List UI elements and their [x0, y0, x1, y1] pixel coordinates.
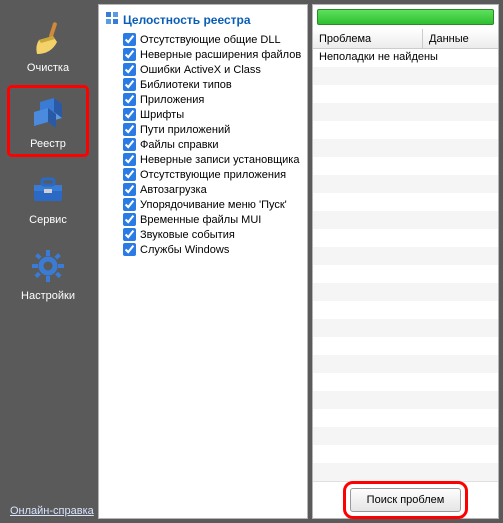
check-item[interactable]: Автозагрузка — [123, 182, 303, 197]
sidebar-item-label: Сервис — [10, 214, 86, 226]
sidebar-item-settings[interactable]: Настройки — [10, 240, 86, 306]
check-item[interactable]: Временные файлы MUI — [123, 212, 303, 227]
sidebar-item-cleanup[interactable]: Очистка — [10, 12, 86, 78]
check-item-label: Временные файлы MUI — [140, 214, 261, 226]
check-item[interactable]: Шрифты — [123, 107, 303, 122]
results-body: Неполадки не найдены — [313, 49, 498, 481]
check-item-label: Автозагрузка — [140, 184, 207, 196]
check-item[interactable]: Службы Windows — [123, 242, 303, 257]
checklist-title: Целостность реестра — [123, 13, 251, 27]
column-problem[interactable]: Проблема — [313, 29, 423, 48]
check-item-checkbox[interactable] — [123, 123, 136, 136]
check-item-label: Шрифты — [140, 109, 184, 121]
check-item-label: Отсутствующие приложения — [140, 169, 286, 181]
check-item[interactable]: Библиотеки типов — [123, 77, 303, 92]
check-item-label: Звуковые события — [140, 229, 235, 241]
check-item-checkbox[interactable] — [123, 138, 136, 151]
check-item-checkbox[interactable] — [123, 228, 136, 241]
check-item-label: Приложения — [140, 94, 204, 106]
check-item[interactable]: Приложения — [123, 92, 303, 107]
results-header: Проблема Данные — [313, 29, 498, 49]
check-item[interactable]: Ошибки ActiveX и Class — [123, 62, 303, 77]
check-item[interactable]: Отсутствующие общие DLL — [123, 32, 303, 47]
check-item-checkbox[interactable] — [123, 243, 136, 256]
registry-cube-icon — [10, 94, 86, 134]
sidebar-item-tools[interactable]: Сервис — [10, 164, 86, 230]
check-item-checkbox[interactable] — [123, 93, 136, 106]
search-problems-button[interactable]: Поиск проблем — [350, 488, 462, 512]
check-item-checkbox[interactable] — [123, 168, 136, 181]
check-item-checkbox[interactable] — [123, 153, 136, 166]
checklist-panel: Целостность реестра Отсутствующие общие … — [98, 4, 308, 519]
check-item-checkbox[interactable] — [123, 213, 136, 226]
column-data[interactable]: Данные — [423, 29, 498, 48]
check-item[interactable]: Файлы справки — [123, 137, 303, 152]
check-item-label: Неверные расширения файлов — [140, 49, 301, 61]
check-item-checkbox[interactable] — [123, 78, 136, 91]
registry-small-icon — [105, 11, 119, 28]
help-link[interactable]: Онлайн-справка — [10, 505, 94, 517]
check-item-checkbox[interactable] — [123, 48, 136, 61]
check-item-label: Отсутствующие общие DLL — [140, 34, 281, 46]
check-item-label: Службы Windows — [140, 244, 229, 256]
results-panel: Проблема Данные Неполадки не найдены Пои… — [312, 4, 499, 519]
check-item-label: Неверные записи установщика — [140, 154, 299, 166]
check-item[interactable]: Отсутствующие приложения — [123, 167, 303, 182]
result-problem-cell: Неполадки не найдены — [319, 51, 438, 63]
sidebar-item-label: Реестр — [10, 138, 86, 150]
gear-icon — [10, 246, 86, 286]
check-item-label: Файлы справки — [140, 139, 219, 151]
toolbox-icon — [10, 170, 86, 210]
check-item[interactable]: Неверные записи установщика — [123, 152, 303, 167]
check-item[interactable]: Упорядочивание меню 'Пуск' — [123, 197, 303, 212]
checklist-title-row: Целостность реестра — [105, 11, 303, 28]
check-item[interactable]: Пути приложений — [123, 122, 303, 137]
check-item-label: Упорядочивание меню 'Пуск' — [140, 199, 287, 211]
check-item[interactable]: Неверные расширения файлов — [123, 47, 303, 62]
sidebar-item-label: Очистка — [10, 62, 86, 74]
table-row: Неполадки не найдены — [313, 49, 498, 67]
check-item[interactable]: Звуковые события — [123, 227, 303, 242]
checklist: Отсутствующие общие DLL Неверные расширен… — [123, 32, 303, 257]
broom-icon — [10, 18, 86, 58]
check-item-checkbox[interactable] — [123, 108, 136, 121]
check-item-checkbox[interactable] — [123, 63, 136, 76]
sidebar-item-label: Настройки — [10, 290, 86, 302]
check-item-checkbox[interactable] — [123, 183, 136, 196]
check-item-label: Библиотеки типов — [140, 79, 232, 91]
main-area: Целостность реестра Отсутствующие общие … — [96, 0, 503, 523]
check-item-checkbox[interactable] — [123, 33, 136, 46]
check-item-label: Ошибки ActiveX и Class — [140, 64, 261, 76]
sidebar-item-registry[interactable]: Реестр — [10, 88, 86, 154]
progress-bar — [317, 9, 494, 25]
check-item-checkbox[interactable] — [123, 198, 136, 211]
button-row: Поиск проблем — [313, 481, 498, 518]
check-item-label: Пути приложений — [140, 124, 230, 136]
sidebar: Очистка Реестр Сервис — [0, 0, 96, 523]
